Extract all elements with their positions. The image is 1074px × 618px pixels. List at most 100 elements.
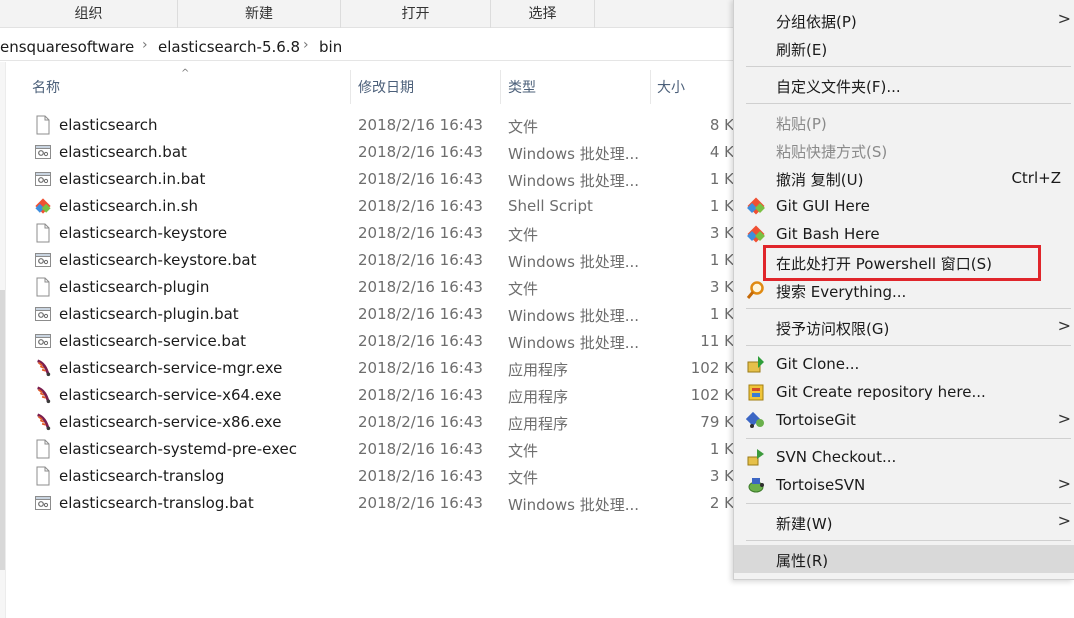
file-modified-date: 2018/2/16 16:43 (358, 170, 483, 188)
column-header-size[interactable]: 大小 (657, 66, 685, 110)
file-row[interactable]: elasticsearch-service-x86.exe 2018/2/16 1… (30, 409, 740, 436)
ribbon-group-new[interactable]: 新建 (178, 0, 341, 28)
column-header-type[interactable]: 类型 (508, 66, 536, 110)
column-divider[interactable] (350, 70, 351, 104)
tortoisesvn-icon (746, 475, 766, 495)
file-name: elasticsearch-keystore.bat (59, 251, 257, 269)
batch-file-icon (34, 169, 52, 189)
chevron-right-icon: > (1057, 316, 1071, 335)
file-row[interactable]: elasticsearch.in.bat 2018/2/16 16:43 Windo… (30, 166, 740, 193)
menu-item-label: Git Bash Here (776, 225, 880, 243)
file-icon (34, 115, 52, 135)
git-icon (746, 224, 766, 244)
column-header-name[interactable]: 名称 (32, 66, 60, 110)
file-icon (34, 466, 52, 486)
file-name: elasticsearch-translog (59, 467, 225, 485)
menu-item-撤消-复制[interactable]: 撤消 复制(U) Ctrl+Z (734, 164, 1074, 192)
menu-item-label: 自定义文件夹(F)... (776, 78, 901, 96)
file-row[interactable]: elasticsearch.bat 2018/2/16 16:43 Windows … (30, 139, 740, 166)
file-size: 79 K (700, 413, 734, 431)
tortoisegit-icon (746, 410, 766, 430)
file-name: elasticsearch (59, 116, 158, 134)
file-row[interactable]: elasticsearch-keystore.bat 2018/2/16 16:4… (30, 247, 740, 274)
menu-item-粘贴快捷方式[interactable]: 粘贴快捷方式(S) (734, 136, 1074, 164)
menu-item-自定义文件夹[interactable]: 自定义文件夹(F)... (734, 71, 1074, 99)
menu-item-git-gui-here[interactable]: Git GUI Here (734, 192, 1074, 220)
file-row[interactable]: elasticsearch-service-mgr.exe 2018/2/16 1… (30, 355, 740, 382)
address-bar[interactable]: ensquaresoftware › elasticsearch-5.6.8 ›… (0, 33, 740, 61)
breadcrumb-item[interactable]: bin (319, 38, 342, 56)
menu-item-git-bash-here[interactable]: Git Bash Here (734, 220, 1074, 248)
menu-item-label: Git GUI Here (776, 197, 870, 215)
breadcrumb-item[interactable]: elasticsearch-5.6.8 (158, 38, 300, 56)
menu-item-git-create-repository-here[interactable]: Git Create repository here... (734, 378, 1074, 406)
exe-feather-icon (34, 412, 52, 432)
menu-item-git-clone[interactable]: Git Clone... (734, 350, 1074, 378)
menu-item-label: 分组依据(P) (776, 13, 857, 31)
file-size: 102 K (690, 359, 734, 377)
file-name: elasticsearch-service-x64.exe (59, 386, 282, 404)
file-row[interactable]: elasticsearch-plugin.bat 2018/2/16 16:43 W… (30, 301, 740, 328)
git-icon (746, 196, 766, 216)
file-modified-date: 2018/2/16 16:43 (358, 278, 483, 296)
file-row[interactable]: elasticsearch-keystore 2018/2/16 16:43 文件 3… (30, 220, 740, 247)
file-name: elasticsearch-keystore (59, 224, 228, 242)
column-divider[interactable] (500, 70, 501, 104)
file-row[interactable]: elasticsearch-translog.bat 2018/2/16 16:4… (30, 490, 740, 517)
file-row[interactable]: elasticsearch.in.sh 2018/2/16 16:43 Shell … (30, 193, 740, 220)
breadcrumb-item[interactable]: ensquaresoftware (0, 38, 134, 56)
file-modified-date: 2018/2/16 16:43 (358, 440, 483, 458)
file-row[interactable]: elasticsearch 2018/2/16 16:43 文件 8 K (30, 112, 740, 139)
menu-item-授予访问权限[interactable]: 授予访问权限(G) > (734, 313, 1074, 341)
file-type: 应用程序 (508, 415, 569, 433)
menu-separator (746, 66, 1071, 67)
file-modified-date: 2018/2/16 16:43 (358, 386, 483, 404)
file-type: 应用程序 (508, 361, 569, 379)
file-size: 102 K (690, 386, 734, 404)
menu-item-新建[interactable]: 新建(W) > (734, 508, 1074, 536)
file-modified-date: 2018/2/16 16:43 (358, 116, 483, 134)
file-row[interactable]: elasticsearch-plugin 2018/2/16 16:43 文件 3 K (30, 274, 740, 301)
batch-file-icon (34, 331, 52, 351)
file-size: 3 K (709, 278, 734, 296)
chevron-right-icon[interactable]: › (303, 37, 309, 53)
batch-file-icon (34, 250, 52, 270)
file-size: 1 K (709, 251, 734, 269)
menu-item-粘贴[interactable]: 粘贴(P) (734, 108, 1074, 136)
chevron-right-icon[interactable]: › (142, 37, 148, 53)
navigation-scrollbar[interactable] (0, 290, 5, 570)
file-type: Windows 批处理... (508, 496, 640, 514)
exe-feather-icon (34, 385, 52, 405)
menu-item-label: 授予访问权限(G) (776, 320, 890, 338)
file-row[interactable]: elasticsearch-service.bat 2018/2/16 16:43… (30, 328, 740, 355)
menu-item-分组依据[interactable]: 分组依据(P) > (734, 6, 1074, 34)
menu-separator (746, 103, 1071, 104)
ribbon-group-open[interactable]: 打开 (341, 0, 491, 28)
menu-item-tortoisesvn[interactable]: TortoiseSVN > (734, 471, 1074, 499)
ribbon-group-select[interactable]: 选择 (491, 0, 595, 28)
menu-separator (746, 345, 1071, 346)
file-type: Windows 批处理... (508, 145, 640, 163)
menu-item-label: 属性(R) (776, 552, 829, 570)
menu-item-label: 粘贴(P) (776, 115, 827, 133)
file-row[interactable]: elasticsearch-translog 2018/2/16 16:43 文件 3… (30, 463, 740, 490)
file-name: elasticsearch-service-mgr.exe (59, 359, 283, 377)
menu-item-tortoisegit[interactable]: TortoiseGit > (734, 406, 1074, 434)
menu-item-label: Git Create repository here... (776, 383, 986, 401)
column-header-date[interactable]: 修改日期 (358, 66, 414, 110)
menu-item-刷新[interactable]: 刷新(E) (734, 34, 1074, 62)
menu-item-属性[interactable]: 属性(R) (734, 545, 1074, 573)
file-modified-date: 2018/2/16 16:43 (358, 359, 483, 377)
menu-separator (746, 308, 1071, 309)
menu-item-label: 粘贴快捷方式(S) (776, 143, 888, 161)
file-row[interactable]: elasticsearch-systemd-pre-exec 2018/2/16 … (30, 436, 740, 463)
ribbon-group-organize[interactable]: 组织 (0, 0, 178, 28)
column-divider[interactable] (650, 70, 651, 104)
file-type: Windows 批处理... (508, 307, 640, 325)
menu-item-svn-checkout[interactable]: SVN Checkout... (734, 443, 1074, 471)
svn-checkout-icon (746, 447, 766, 467)
chevron-right-icon: > (1057, 511, 1071, 530)
file-row[interactable]: elasticsearch-service-x64.exe 2018/2/16 1… (30, 382, 740, 409)
file-type: 文件 (508, 280, 539, 298)
chevron-right-icon: > (1057, 474, 1071, 493)
